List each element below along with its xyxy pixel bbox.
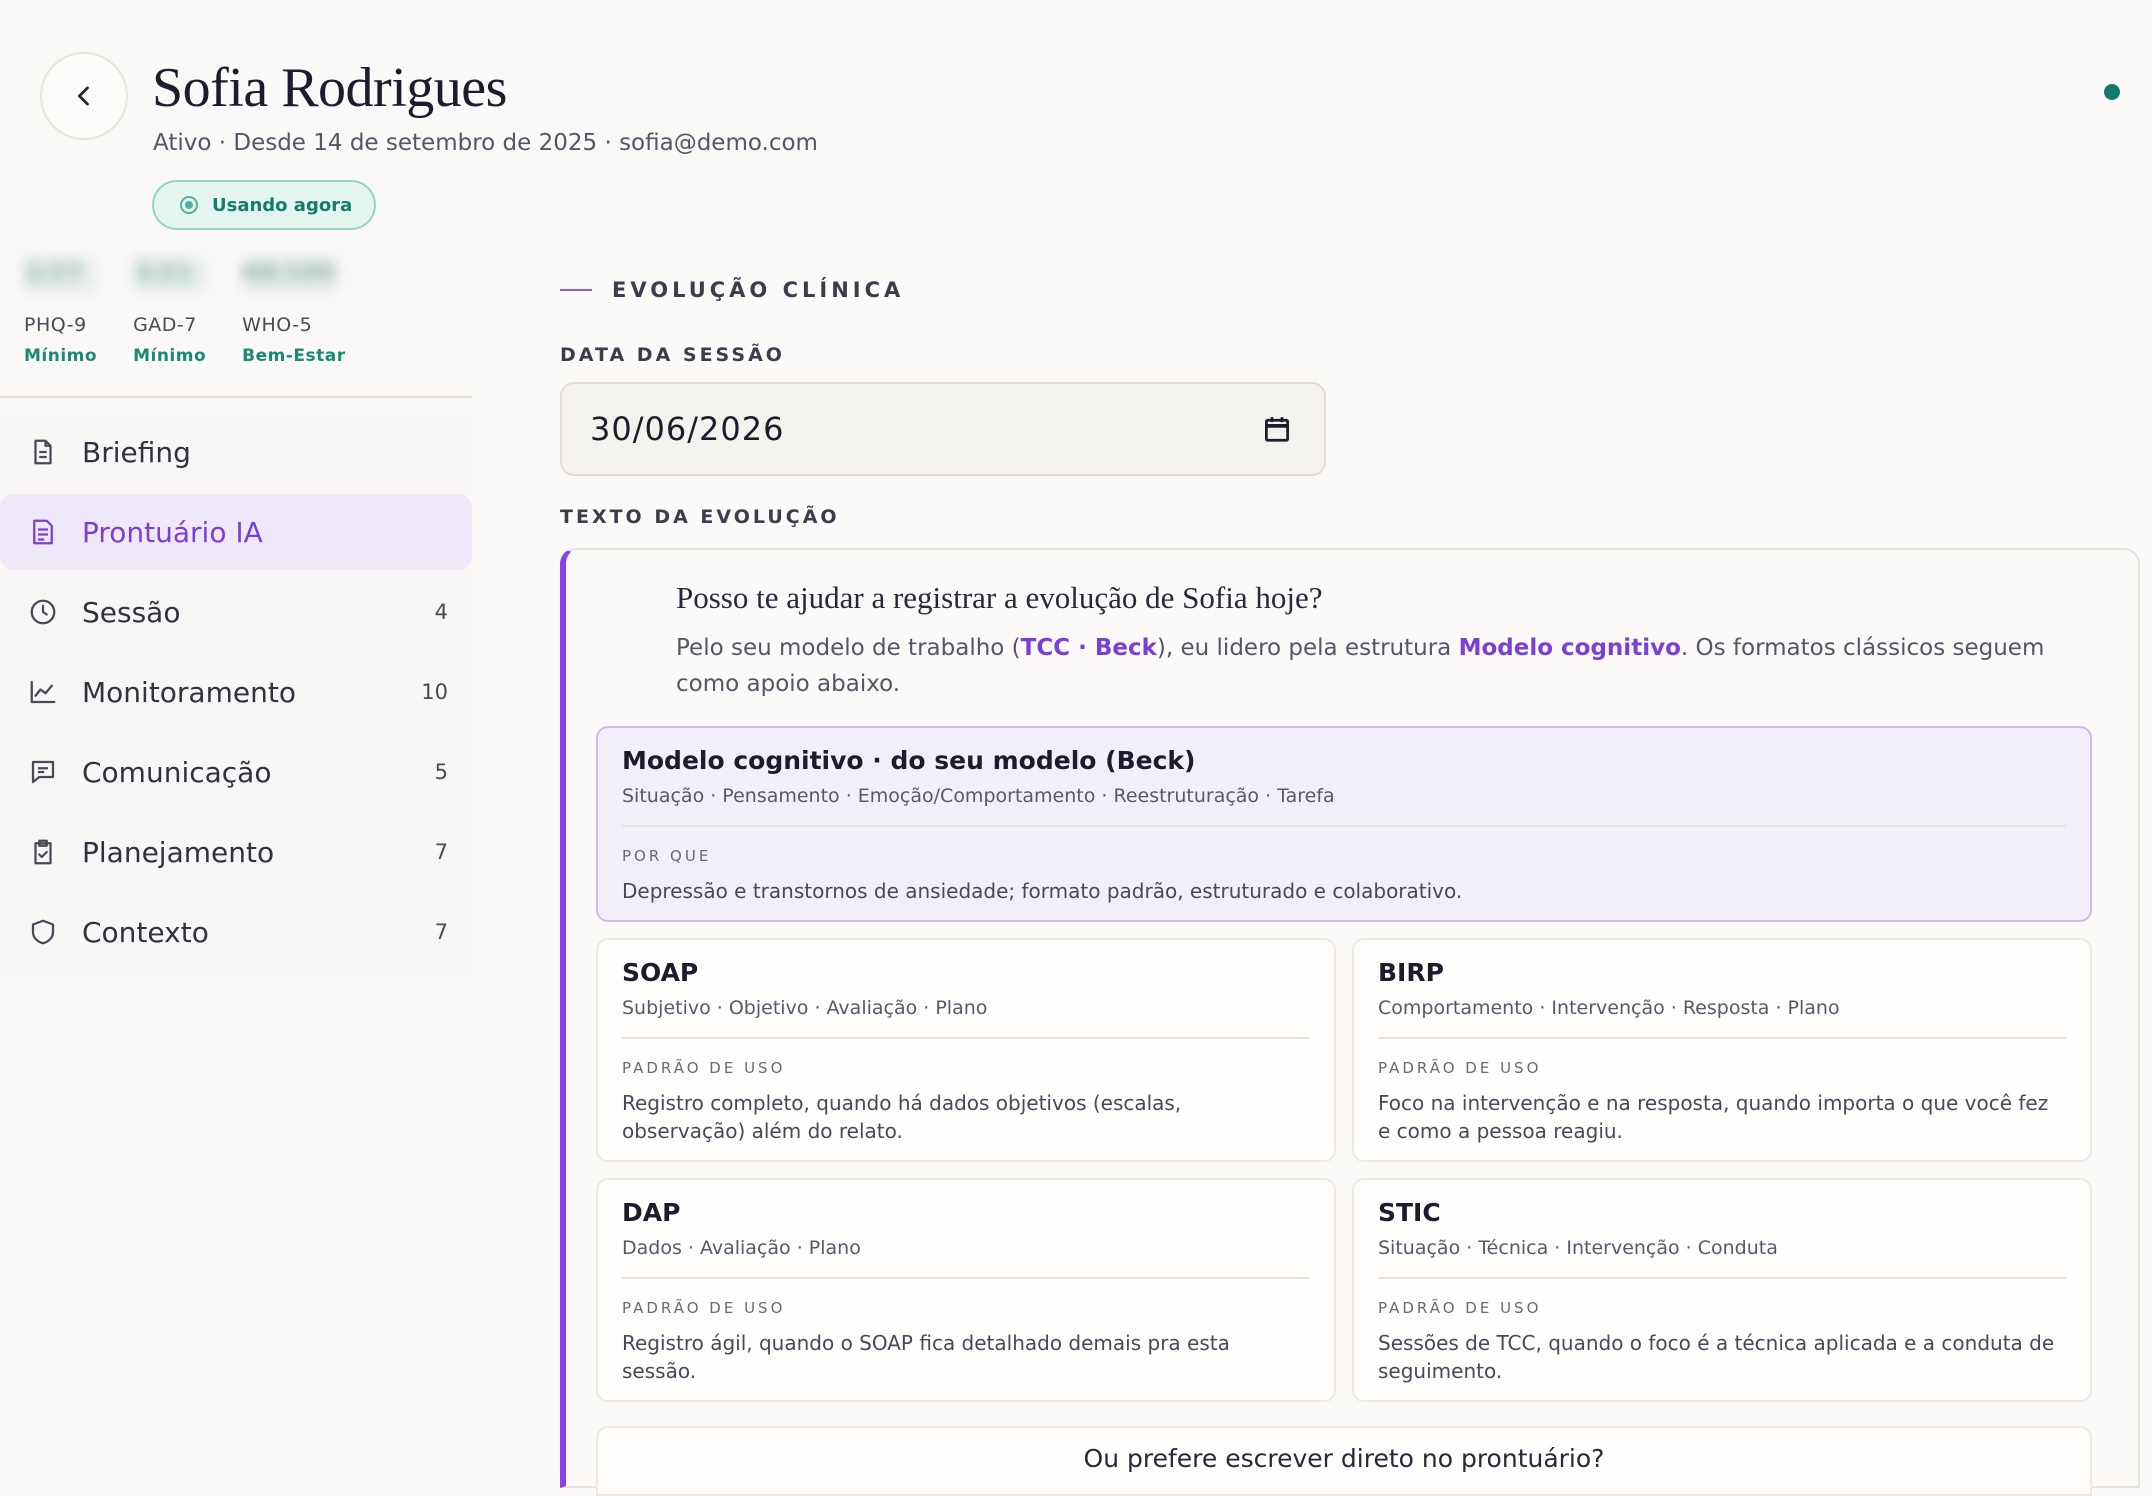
card-key: PADRÃO DE USO [1378, 1299, 1542, 1317]
session-date-input[interactable]: 30/06/2026 [560, 382, 1326, 476]
format-card-dap[interactable]: DAP Dados · Avaliação · Plano PADRÃO DE … [596, 1178, 1336, 1402]
sidebar-item-comunicacao[interactable]: Comunicação 5 [0, 734, 472, 810]
format-card-cognitive-model[interactable]: Modelo cognitivo · do seu modelo (Beck) … [596, 726, 2092, 922]
card-subtitle: Subjetivo · Objetivo · Avaliação · Plano [622, 997, 988, 1019]
sidebar-item-count: 10 [421, 680, 448, 704]
card-subtitle: Comportamento · Intervenção · Resposta ·… [1378, 997, 1840, 1019]
sidebar-item-label: Comunicação [82, 755, 272, 789]
sidebar-item-contexto[interactable]: Contexto 7 [0, 894, 472, 970]
card-value: Depressão e transtornos de ansiedade; fo… [622, 879, 1463, 903]
patient-meta: Ativo · Desde 14 de setembro de 2025 · s… [153, 130, 818, 156]
score-value: 3/21 [133, 258, 206, 292]
card-title: DAP [622, 1198, 681, 1227]
card-key: PADRÃO DE USO [622, 1299, 786, 1317]
online-indicator [2104, 84, 2120, 100]
score-value: 2/27 [24, 258, 96, 292]
card-key: POR QUE [622, 847, 712, 865]
score-level: Mínimo [133, 346, 207, 366]
assistant-description: Pelo seu modelo de trabalho (TCC · Beck)… [676, 630, 2096, 702]
score-name: GAD-7 [133, 314, 197, 336]
sidebar-item-label: Briefing [82, 435, 191, 469]
sidebar-item-monitoramento[interactable]: Monitoramento 10 [0, 654, 472, 730]
back-button[interactable] [40, 52, 128, 140]
score-phq9[interactable]: 2/27 PHQ-9 Mínimo [24, 258, 97, 366]
structure-highlight: Modelo cognitivo [1458, 635, 1681, 661]
card-subtitle: Situação · Pensamento · Emoção/Comportam… [622, 785, 1335, 807]
sidebar-nav: Briefing Prontuário IA Sessão 4 Monitora… [0, 414, 472, 974]
score-gad7[interactable]: 3/21 GAD-7 Mínimo [133, 258, 206, 366]
card-subtitle: Dados · Avaliação · Plano [622, 1237, 861, 1259]
section-title-text: EVOLUÇÃO CLÍNICA [612, 278, 905, 302]
card-value: Foco na intervenção e na resposta, quand… [1378, 1091, 2049, 1143]
card-value: Sessões de TCC, quando o foco é a técnic… [1378, 1331, 2055, 1383]
status-label: Usando agora [212, 194, 353, 216]
sidebar-item-label: Monitoramento [82, 675, 296, 709]
sidebar-item-label: Contexto [82, 915, 209, 949]
card-divider [1378, 1037, 2066, 1039]
card-divider [622, 1037, 1310, 1039]
format-card-stic[interactable]: STIC Situação · Técnica · Intervenção · … [1352, 1178, 2092, 1402]
text-label: TEXTO DA EVOLUÇÃO [560, 506, 840, 528]
sidebar-item-label: Sessão [82, 595, 181, 629]
work-model-highlight: TCC · Beck [1020, 635, 1157, 661]
sidebar-item-count: 5 [434, 760, 448, 784]
session-date-value: 30/06/2026 [590, 410, 785, 448]
card-value: Registro completo, quando há dados objet… [622, 1091, 1182, 1143]
card-divider [622, 825, 2066, 827]
message-icon [26, 755, 60, 789]
card-title: Modelo cognitivo · do seu modelo (Beck) [622, 746, 1196, 775]
clipboard-check-icon [26, 835, 60, 869]
desc-mid: ), eu lidero pela estrutura [1156, 635, 1459, 661]
score-level: Bem-Estar [242, 346, 346, 366]
sidebar-item-briefing[interactable]: Briefing [0, 414, 472, 490]
patient-name: Sofia Rodrigues [152, 57, 507, 119]
clock-icon [26, 595, 60, 629]
date-label: DATA DA SESSÃO [560, 344, 785, 366]
card-divider [1378, 1277, 2066, 1279]
section-title-accent [560, 289, 592, 291]
score-summary: 2/27 PHQ-9 Mínimo 3/21 GAD-7 Mínimo 68/1… [24, 258, 382, 366]
evolution-panel: EVOLUÇÃO CLÍNICA DATA DA SESSÃO 30/06/20… [528, 248, 2152, 1496]
card-key: PADRÃO DE USO [622, 1059, 786, 1077]
sidebar-item-count: 4 [434, 600, 448, 624]
sidebar-item-label: Planejamento [82, 835, 275, 869]
section-title: EVOLUÇÃO CLÍNICA [560, 278, 904, 302]
document-icon [26, 435, 60, 469]
status-badge: Usando agora [152, 180, 377, 230]
score-name: WHO-5 [242, 314, 313, 336]
sidebar-item-count: 7 [434, 920, 448, 944]
sidebar-item-sessao[interactable]: Sessão 4 [0, 574, 472, 650]
record-icon [26, 515, 60, 549]
shield-icon [26, 915, 60, 949]
score-level: Mínimo [24, 346, 98, 366]
format-card-soap[interactable]: SOAP Subjetivo · Objetivo · Avaliação · … [596, 938, 1336, 1162]
card-title: SOAP [622, 958, 699, 987]
assistant-question: Posso te ajudar a registrar a evolução d… [676, 580, 1323, 615]
chevron-left-icon [77, 86, 89, 106]
desc-prefix: Pelo seu modelo de trabalho ( [676, 635, 1021, 661]
sidebar-item-count: 7 [434, 840, 448, 864]
status-dot-icon [180, 196, 198, 214]
sidebar-divider [0, 396, 472, 398]
score-name: PHQ-9 [24, 314, 87, 336]
sidebar-item-label: Prontuário IA [82, 515, 263, 549]
score-value: 68/100 [242, 258, 339, 292]
write-directly-button[interactable]: Ou prefere escrever direto no prontuário… [596, 1426, 2092, 1496]
card-title: BIRP [1378, 958, 1444, 987]
sidebar-item-prontuario-ia[interactable]: Prontuário IA [0, 494, 472, 570]
card-key: PADRÃO DE USO [1378, 1059, 1542, 1077]
card-value: Registro ágil, quando o SOAP fica detalh… [622, 1331, 1230, 1383]
format-card-birp[interactable]: BIRP Comportamento · Intervenção · Respo… [1352, 938, 2092, 1162]
card-divider [622, 1277, 1310, 1279]
calendar-icon[interactable] [1262, 414, 1292, 444]
score-who5[interactable]: 68/100 WHO-5 Bem-Estar [242, 258, 345, 366]
sidebar-item-planejamento[interactable]: Planejamento 7 [0, 814, 472, 890]
card-title: STIC [1378, 1198, 1441, 1227]
evolution-assistant: Posso te ajudar a registrar a evolução d… [560, 548, 2140, 1496]
chart-icon [26, 675, 60, 709]
card-subtitle: Situação · Técnica · Intervenção · Condu… [1378, 1237, 1778, 1259]
